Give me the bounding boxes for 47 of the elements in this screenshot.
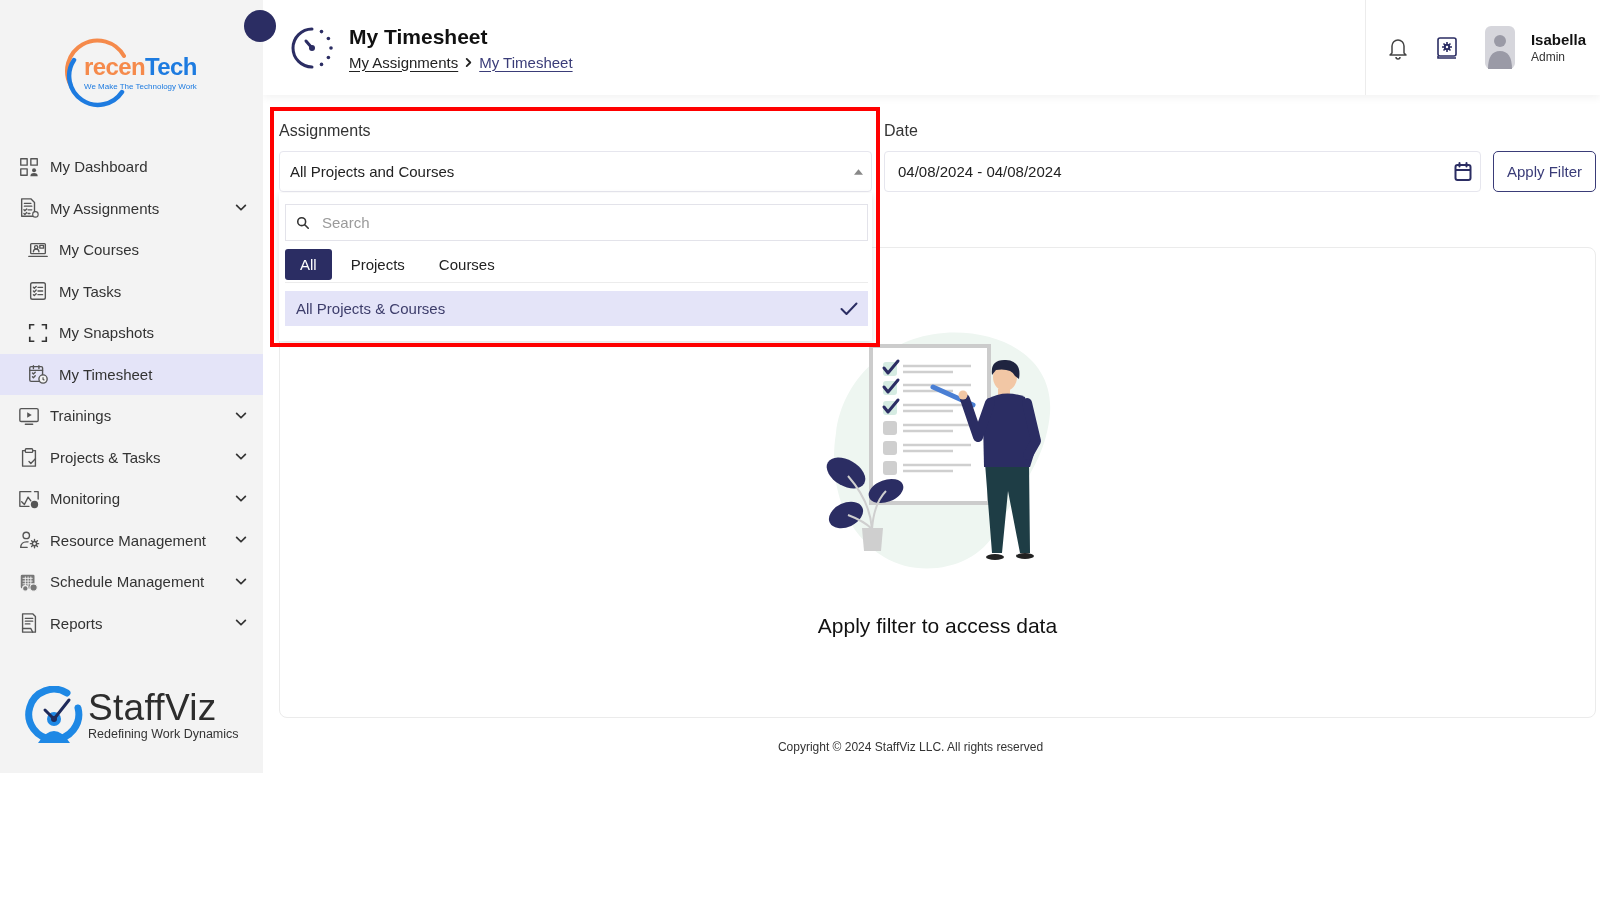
brand-tagline: Redefining Work Dynamics xyxy=(88,726,239,742)
document-list-icon xyxy=(18,197,40,220)
sidebar-item[interactable]: Projects & Tasks xyxy=(0,436,263,478)
sidebar-item[interactable]: Monitoring xyxy=(0,478,263,520)
copyright-text: Copyright © 2024 StaffViz LLC. All rights reserved xyxy=(777,740,1044,754)
sidebar-item[interactable]: My Assignments xyxy=(0,187,263,229)
sidebar-item[interactable]: Trainings xyxy=(0,395,263,437)
sidebar-item[interactable]: My Timesheet xyxy=(0,353,263,395)
logo-tagline: We Make The Technology Work xyxy=(84,82,197,92)
chevron-right-icon xyxy=(464,56,474,68)
sidebar-item[interactable]: My Dashboard xyxy=(0,146,263,188)
field-label: Date xyxy=(884,121,919,140)
frame-corners-icon xyxy=(27,321,49,344)
logo-wordmark: recenTech xyxy=(84,53,197,81)
date-range-field[interactable]: 04/08/2024 - 04/08/2024 xyxy=(884,151,1481,192)
filter-tab[interactable]: All xyxy=(285,249,332,280)
checklist-icon xyxy=(27,280,49,303)
calendar-icon xyxy=(1454,161,1472,182)
search-field[interactable]: Search xyxy=(285,204,868,241)
sidebar-toggle-button[interactable] xyxy=(244,10,276,42)
calendar-clock-icon xyxy=(27,363,49,386)
field-label: Assignments xyxy=(279,121,372,140)
sidebar-item[interactable]: My Tasks xyxy=(0,270,263,312)
sidebar-item[interactable]: My Snapshots xyxy=(0,312,263,354)
brand-name: StaffViz xyxy=(88,688,218,727)
filter-tab[interactable]: Courses xyxy=(423,249,510,280)
dropdown-option[interactable]: All Projects & Courses xyxy=(285,291,868,326)
sidebar-item[interactable]: Reports xyxy=(0,602,263,644)
empty-state-message: Apply filter to access data xyxy=(817,613,1058,638)
user-name: Isabella xyxy=(1530,31,1586,48)
sidebar-item[interactable]: My Courses xyxy=(0,229,263,271)
search-icon xyxy=(296,216,310,230)
avatar-placeholder[interactable] xyxy=(1484,26,1515,69)
brand-logo-icon xyxy=(25,686,83,744)
dropdown-select[interactable]: All Projects and Courses xyxy=(279,151,872,192)
user-role: Admin xyxy=(1530,50,1566,64)
clock-icon xyxy=(290,25,334,70)
breadcrumb-link[interactable]: My Timesheet xyxy=(479,52,573,72)
book-gear-icon[interactable] xyxy=(1435,35,1458,60)
filter-tab[interactable]: Projects xyxy=(335,249,420,280)
page-title: My Timesheet xyxy=(349,23,489,49)
sidebar-item[interactable]: Schedule Management xyxy=(0,561,263,603)
breadcrumb-link[interactable]: My Assignments xyxy=(349,52,459,72)
check-icon xyxy=(840,301,858,316)
grid-icon xyxy=(18,155,40,178)
apply-filter-button[interactable]: Apply Filter xyxy=(1493,151,1596,192)
sidebar-item[interactable]: Resource Management xyxy=(0,519,263,561)
